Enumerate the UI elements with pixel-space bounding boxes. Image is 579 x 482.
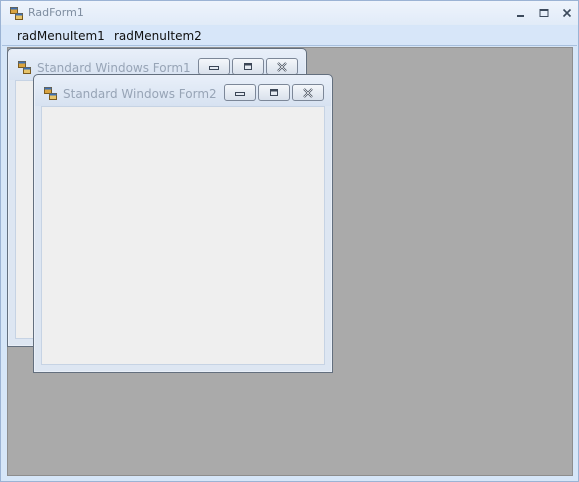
child-client-area bbox=[15, 80, 35, 339]
minimize-icon bbox=[517, 15, 524, 17]
app-form-icon bbox=[18, 61, 31, 74]
close-button[interactable] bbox=[558, 5, 576, 21]
child-minimize-button[interactable] bbox=[224, 84, 256, 101]
child-title-bar[interactable]: Standard Windows Form2 bbox=[35, 76, 331, 106]
close-icon bbox=[562, 8, 572, 18]
menu-item-radmenuitem2[interactable]: radMenuItem2 bbox=[114, 29, 202, 43]
child-restore-button[interactable] bbox=[258, 84, 290, 101]
child-window-title: Standard Windows Form1 bbox=[37, 61, 191, 75]
maximize-icon bbox=[539, 9, 549, 17]
close-icon bbox=[277, 61, 287, 72]
minimize-icon bbox=[235, 91, 245, 96]
restore-icon bbox=[270, 88, 278, 96]
menu-bar: radMenuItem1 radMenuItem2 bbox=[2, 26, 577, 46]
child-minimize-button[interactable] bbox=[198, 58, 230, 75]
maximize-button[interactable] bbox=[535, 5, 553, 21]
child-restore-button[interactable] bbox=[232, 58, 264, 75]
app-form-icon bbox=[44, 87, 57, 100]
restore-icon bbox=[244, 62, 252, 70]
minimize-button[interactable] bbox=[512, 5, 530, 21]
child-close-button[interactable] bbox=[292, 84, 324, 101]
close-icon bbox=[303, 87, 313, 98]
child-close-button[interactable] bbox=[266, 58, 298, 75]
menu-item-radmenuitem1[interactable]: radMenuItem1 bbox=[17, 29, 105, 43]
child-client-area bbox=[41, 106, 325, 365]
app-form-icon bbox=[10, 7, 23, 20]
main-title-bar[interactable]: RadForm1 bbox=[1, 1, 578, 25]
window-title: RadForm1 bbox=[28, 6, 84, 19]
mdi-child-window-2[interactable]: Standard Windows Form2 bbox=[33, 74, 333, 373]
child-window-title: Standard Windows Form2 bbox=[63, 87, 217, 101]
minimize-icon bbox=[209, 65, 219, 70]
